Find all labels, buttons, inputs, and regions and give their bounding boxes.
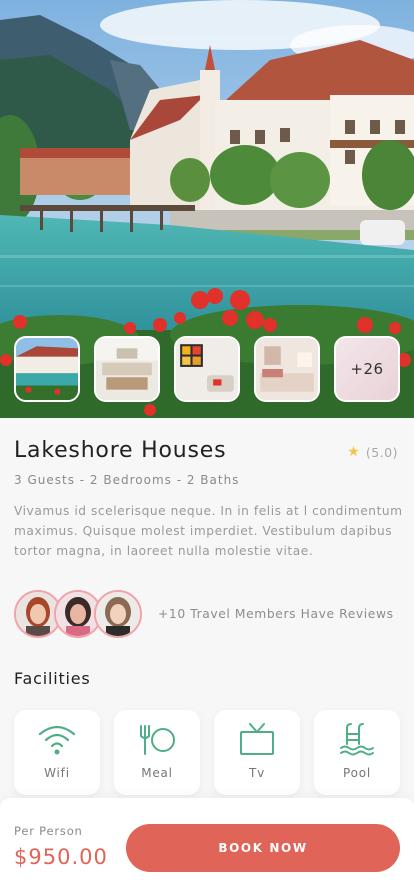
gallery-thumbnails: +26 xyxy=(14,336,402,402)
reviewer-avatars[interactable] xyxy=(14,590,154,642)
gallery-thumb-1[interactable] xyxy=(14,336,80,402)
book-now-button[interactable]: BOOK NOW xyxy=(126,824,400,872)
gallery-thumb-3[interactable] xyxy=(174,336,240,402)
price: $950.00 xyxy=(14,845,108,869)
thumb-bedroom-photo xyxy=(256,338,318,400)
facilities-heading: Facilities xyxy=(14,669,91,688)
facility-label: Wifi xyxy=(44,766,70,780)
pool-icon xyxy=(340,723,374,756)
booking-bar: Per Person $950.00 BOOK NOW xyxy=(0,798,414,896)
facility-label: Pool xyxy=(342,766,372,780)
rating-value: (5.0) xyxy=(365,444,398,460)
thumb-lake-photo xyxy=(16,338,78,400)
meal-icon xyxy=(140,725,175,755)
reviews-summary-link[interactable]: +10 Travel Members Have Reviews xyxy=(158,607,394,621)
thumb-art-room-photo xyxy=(176,338,238,400)
gallery-more-count: +26 xyxy=(350,360,384,378)
facility-wifi[interactable]: Wifi xyxy=(14,710,100,795)
facility-label: Tv xyxy=(248,766,266,780)
tv-icon xyxy=(240,723,274,755)
facility-meal[interactable]: Meal xyxy=(114,710,200,795)
per-person-label: Per Person xyxy=(14,824,83,838)
property-specs: 3 Guests - 2 Bedrooms - 2 Baths xyxy=(14,473,240,487)
wifi-icon xyxy=(38,725,76,755)
facility-tv[interactable]: Tv xyxy=(214,710,300,795)
thumb-living-room-photo xyxy=(96,338,158,400)
avatar-photo-3 xyxy=(96,592,140,636)
facility-label: Meal xyxy=(141,766,173,780)
star-icon: ★ xyxy=(347,444,360,460)
hero-image: +26 xyxy=(0,0,414,418)
gallery-more-button[interactable]: +26 xyxy=(334,336,400,402)
avatar xyxy=(94,590,142,638)
gallery-thumb-2[interactable] xyxy=(94,336,160,402)
property-rating: ★ (5.0) xyxy=(347,444,398,460)
property-description: Vivamus id scelerisque neque. In in feli… xyxy=(14,504,403,558)
property-title: Lakeshore Houses xyxy=(14,438,227,463)
gallery-thumb-4[interactable] xyxy=(254,336,320,402)
facility-pool[interactable]: Pool xyxy=(314,710,400,795)
property-details: Lakeshore Houses ★ (5.0) 3 Guests - 2 Be… xyxy=(0,418,414,798)
